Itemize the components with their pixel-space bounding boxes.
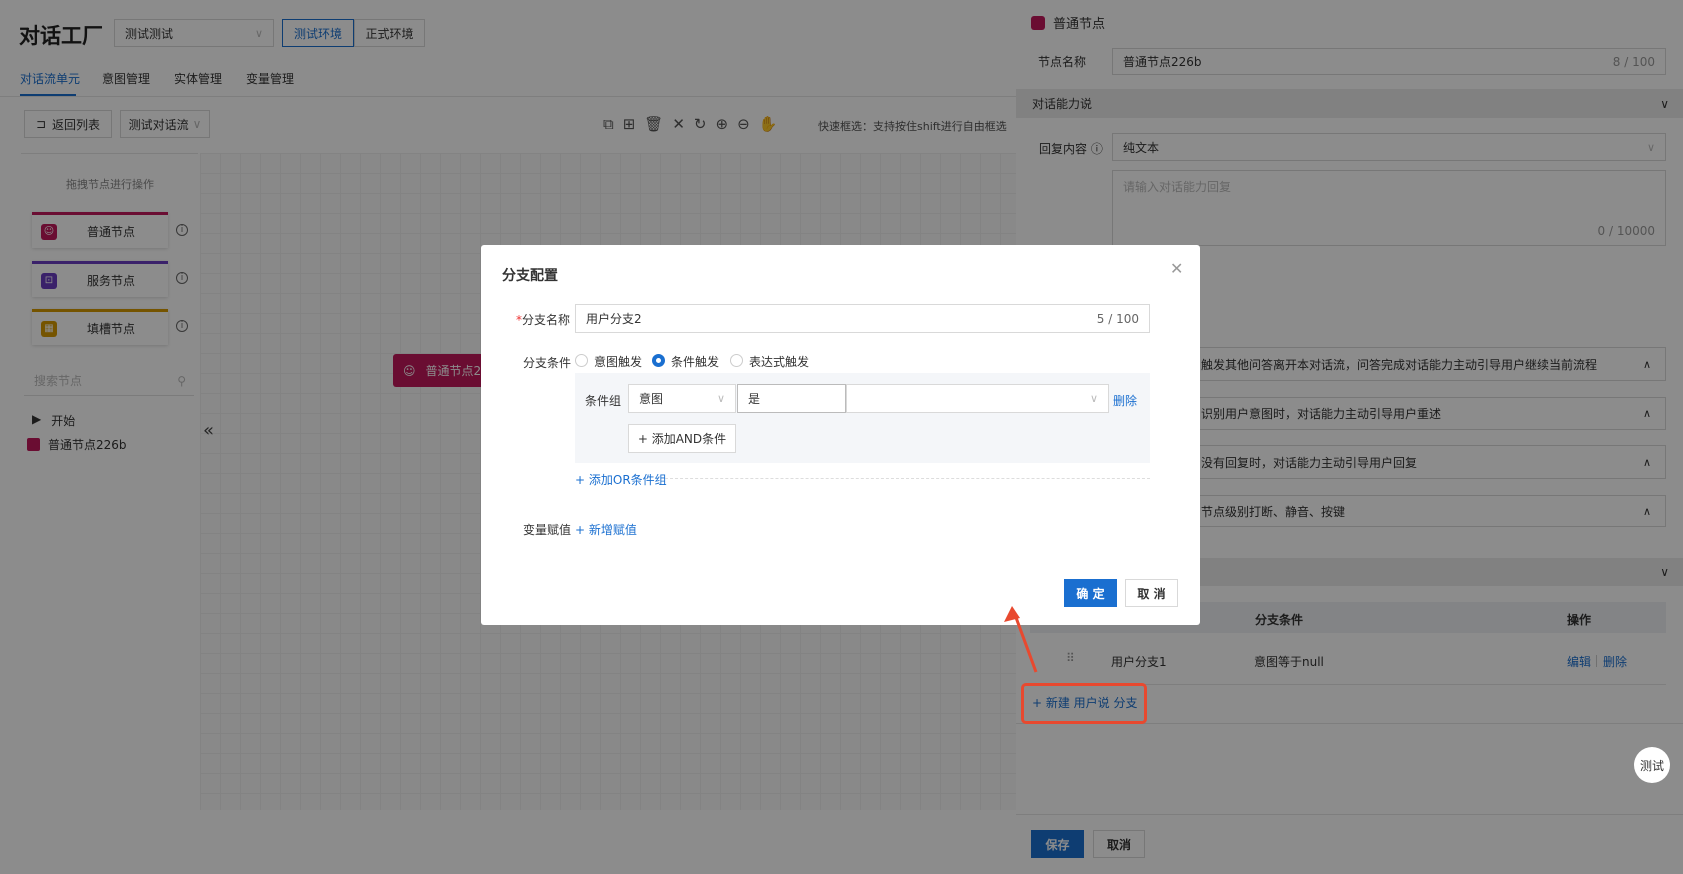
condition-field-select[interactable]: 意图 ∨ (628, 384, 736, 413)
branch-config-dialog: 分支配置 ✕ *分支名称 用户分支2 5 / 100 分支条件 意图触发 条件触发… (481, 245, 1200, 625)
field-value: 意图 (639, 392, 664, 406)
annotation-highlight-box (1021, 683, 1147, 724)
condition-group-label: 条件组 (585, 394, 622, 408)
operator-value: 是 (748, 392, 761, 406)
radio-label: 表达式触发 (749, 355, 810, 369)
radio-condition[interactable] (652, 354, 665, 367)
annotation-arrow (1004, 606, 1038, 673)
label-text: 分支名称 (522, 313, 571, 327)
add-assignment-link[interactable]: + 新增赋值 (575, 521, 637, 538)
dialog-title: 分支配置 (502, 268, 558, 284)
add-or-group-link[interactable]: + 添加OR条件组 (575, 471, 667, 488)
char-count: 5 / 100 (1096, 311, 1139, 326)
delete-condition-link[interactable]: 删除 (1113, 392, 1137, 409)
radio-label: 意图触发 (594, 355, 643, 369)
chevron-down-icon: ∨ (716, 392, 725, 405)
close-icon[interactable]: ✕ (1170, 259, 1183, 278)
condition-value-select[interactable]: ∨ (846, 384, 1109, 413)
branch-condition-label: 分支条件 (523, 356, 572, 370)
variable-assign-label: 变量赋值 (523, 523, 572, 537)
branch-name-value: 用户分支2 (586, 312, 642, 326)
add-and-condition-button[interactable]: + 添加AND条件 (628, 424, 736, 453)
radio-expression[interactable] (730, 354, 743, 367)
radio-label: 条件触发 (671, 355, 720, 369)
radio-intent[interactable] (575, 354, 588, 367)
branch-name-label: *分支名称 (516, 311, 570, 328)
confirm-button[interactable]: 确 定 (1064, 579, 1117, 607)
condition-operator-input[interactable]: 是 (737, 384, 846, 413)
branch-name-input[interactable]: 用户分支2 5 / 100 (575, 304, 1150, 333)
dashed-divider (665, 478, 1150, 479)
chevron-down-icon: ∨ (1089, 392, 1098, 405)
dialog-cancel-button[interactable]: 取 消 (1125, 579, 1178, 607)
test-float-button[interactable]: 测试 (1634, 747, 1670, 783)
